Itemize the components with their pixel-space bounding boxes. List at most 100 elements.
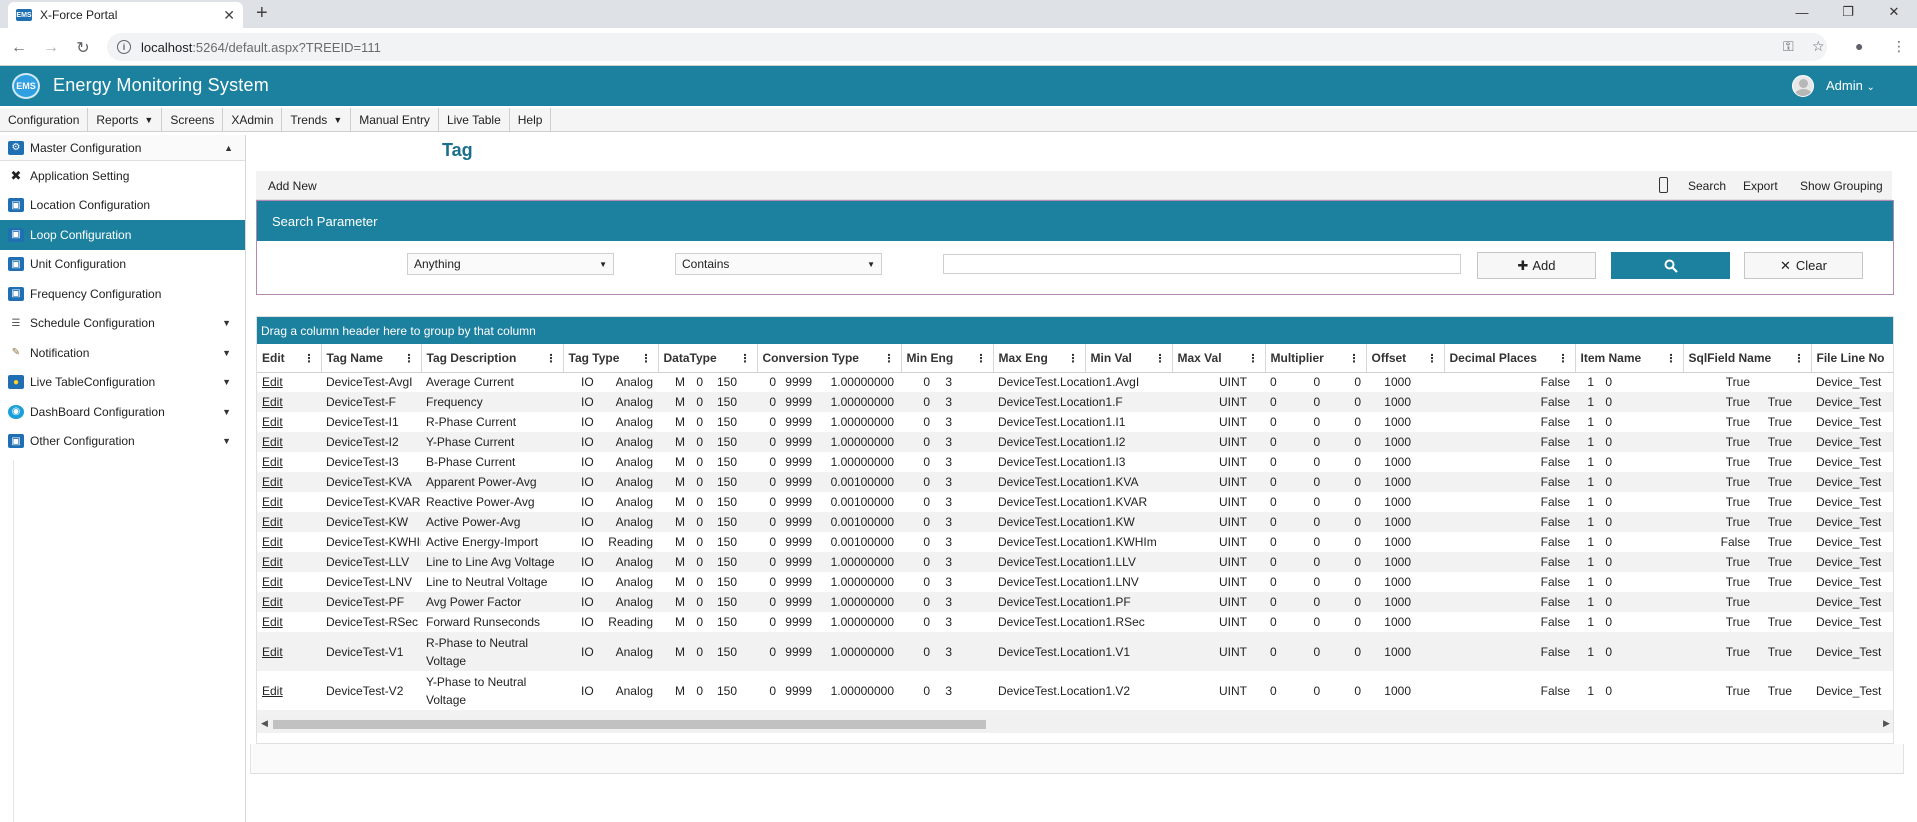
menu-help[interactable]: Help — [510, 108, 552, 131]
back-icon[interactable]: ← — [7, 36, 31, 60]
column-header[interactable]: Conversion Type ⋮ — [757, 344, 902, 373]
column-header[interactable]: Min Eng ⋮ — [901, 344, 994, 373]
key-icon[interactable]: ⚿ — [1783, 38, 1794, 55]
search-input[interactable] — [943, 254, 1461, 274]
run-search-button[interactable] — [1611, 252, 1730, 279]
column-header[interactable]: Max Val ⋮ — [1172, 344, 1266, 373]
menu-screens[interactable]: Screens — [162, 108, 224, 131]
clear-button[interactable]: ✕ Clear — [1744, 252, 1863, 279]
menu-xadmin[interactable]: XAdmin — [223, 108, 283, 131]
sidebar-item-dashboard-configuration[interactable]: ◉ DashBoard Configuration ▼ — [0, 397, 245, 427]
sidebar-item-other-configuration[interactable]: ▣ Other Configuration ▼ — [0, 427, 245, 457]
column-header[interactable]: Item Name ⋮ — [1575, 344, 1684, 373]
edit-link[interactable]: Edit — [262, 535, 283, 549]
column-menu-icon[interactable]: ⋮ — [1068, 352, 1079, 365]
edit-link[interactable]: Edit — [262, 395, 283, 409]
url-field[interactable]: i localhost:5264/default.aspx?TREEID=111 — [107, 33, 1827, 61]
column-header[interactable]: Tag Description ⋮ — [421, 344, 564, 373]
column-menu-icon[interactable]: ⋮ — [404, 352, 415, 365]
show-grouping-button[interactable]: Show Grouping — [1800, 179, 1883, 193]
edit-link[interactable]: Edit — [262, 575, 283, 589]
new-tab-icon[interactable]: + — [256, 2, 268, 24]
mobile-icon[interactable] — [1659, 177, 1668, 193]
edit-link[interactable]: Edit — [262, 595, 283, 609]
edit-link[interactable]: Edit — [262, 415, 283, 429]
edit-link[interactable]: Edit — [262, 475, 283, 489]
sidebar-item-location-configuration[interactable]: ▣ Location Configuration — [0, 191, 245, 221]
sidebar-item-unit-configuration[interactable]: ▣ Unit Configuration — [0, 250, 245, 280]
search-button[interactable]: Search — [1688, 179, 1726, 193]
horizontal-scrollbar[interactable]: ◀ ▶ — [257, 716, 1893, 733]
menu-trends[interactable]: Trends ▼ — [282, 108, 352, 131]
column-header[interactable]: Decimal Places ⋮ — [1444, 344, 1576, 373]
edit-link[interactable]: Edit — [262, 615, 283, 629]
column-header[interactable]: Tag Name ⋮ — [321, 344, 422, 373]
window-close-icon[interactable]: ✕ — [1871, 0, 1917, 24]
column-header[interactable]: DataType ⋮ — [658, 344, 758, 373]
search-field-select[interactable]: Anything ▼ — [407, 253, 614, 275]
column-header[interactable]: Multiplier ⋮ — [1265, 344, 1367, 373]
sidebar-item-live-table-configuration[interactable]: ● Live TableConfiguration ▼ — [0, 368, 245, 398]
menu-configuration[interactable]: Configuration — [0, 108, 89, 131]
star-icon[interactable]: ☆ — [1812, 38, 1825, 55]
edit-link[interactable]: Edit — [262, 515, 283, 529]
browser-tab[interactable]: EMS X-Force Portal ✕ — [8, 2, 243, 28]
column-menu-icon[interactable]: ⋮ — [740, 352, 751, 365]
edit-link[interactable]: Edit — [262, 455, 283, 469]
sidebar-item-frequency-configuration[interactable]: ▣ Frequency Configuration — [0, 279, 245, 309]
scroll-left-icon[interactable]: ◀ — [261, 718, 268, 729]
column-menu-icon[interactable]: ⋮ — [641, 352, 652, 365]
group-drop-area[interactable]: Drag a column header here to group by th… — [257, 317, 1893, 344]
scrollbar-thumb[interactable] — [273, 720, 986, 729]
scroll-right-icon[interactable]: ▶ — [1883, 718, 1890, 729]
column-header[interactable]: Edit ⋮ — [257, 344, 322, 373]
column-menu-icon[interactable]: ⋮ — [546, 352, 557, 365]
edit-link[interactable]: Edit — [262, 435, 283, 449]
column-menu-icon[interactable]: ⋮ — [1349, 352, 1360, 365]
edit-link[interactable]: Edit — [262, 375, 283, 389]
reload-icon[interactable]: ↻ — [71, 36, 95, 60]
export-button[interactable]: Export — [1743, 179, 1778, 193]
column-menu-icon[interactable]: ⋮ — [304, 352, 315, 365]
column-menu-icon[interactable]: ⋮ — [1248, 352, 1259, 365]
restore-icon[interactable]: ❐ — [1825, 0, 1871, 24]
search-operator-select[interactable]: Contains ▼ — [675, 253, 882, 275]
column-header[interactable]: SqlField Name ⋮ — [1683, 344, 1812, 373]
edit-link[interactable]: Edit — [262, 555, 283, 569]
column-menu-icon[interactable]: ⋮ — [976, 352, 987, 365]
minimize-icon[interactable]: — — [1779, 0, 1825, 24]
edit-link[interactable]: Edit — [262, 645, 283, 659]
sidebar-item-loop-configuration[interactable]: ▣ Loop Configuration — [0, 220, 245, 250]
info-icon[interactable]: i — [117, 40, 131, 54]
menu-reports[interactable]: Reports ▼ — [88, 108, 163, 131]
forward-icon[interactable]: → — [39, 36, 63, 60]
conversion-cell: 0 9999 1.00000000 — [757, 612, 901, 632]
user-menu[interactable]: Admin ⌄ — [1826, 78, 1875, 93]
menu-manual-entry[interactable]: Manual Entry — [351, 108, 439, 131]
browser-menu-icon[interactable]: ⋮ — [1892, 38, 1906, 55]
column-menu-icon[interactable]: ⋮ — [1666, 352, 1677, 365]
column-header[interactable]: Tag Type ⋮ — [563, 344, 659, 373]
cell-value: 0 — [1270, 555, 1277, 569]
add-new-button[interactable]: Add New — [268, 179, 317, 193]
close-tab-icon[interactable]: ✕ — [223, 7, 235, 24]
add-filter-button[interactable]: ✚ Add — [1477, 252, 1596, 279]
column-header[interactable]: Offset ⋮ — [1366, 344, 1445, 373]
column-menu-icon[interactable]: ⋮ — [1558, 352, 1569, 365]
sidebar-header[interactable]: ⚙ Master Configuration ▲ — [0, 135, 245, 161]
sidebar-item-application-setting[interactable]: ✖ Application Setting — [0, 161, 245, 191]
column-menu-icon[interactable]: ⋮ — [1794, 352, 1805, 365]
column-menu-icon[interactable]: ⋮ — [1155, 352, 1166, 365]
avatar[interactable] — [1792, 75, 1814, 97]
column-menu-icon[interactable]: ⋮ — [1427, 352, 1438, 365]
sidebar-item-schedule-configuration[interactable]: ☰ Schedule Configuration ▼ — [0, 309, 245, 339]
edit-link[interactable]: Edit — [262, 495, 283, 509]
edit-link[interactable]: Edit — [262, 684, 283, 698]
menu-live-table[interactable]: Live Table — [439, 108, 510, 131]
sidebar-item-notification[interactable]: ✎ Notification ▼ — [0, 338, 245, 368]
column-header[interactable]: File Line No⋮ — [1811, 344, 1893, 373]
extension-icon[interactable]: ● — [1855, 38, 1863, 54]
column-header[interactable]: Max Eng ⋮ — [993, 344, 1086, 373]
column-header[interactable]: Min Val ⋮ — [1085, 344, 1173, 373]
column-menu-icon[interactable]: ⋮ — [884, 352, 895, 365]
